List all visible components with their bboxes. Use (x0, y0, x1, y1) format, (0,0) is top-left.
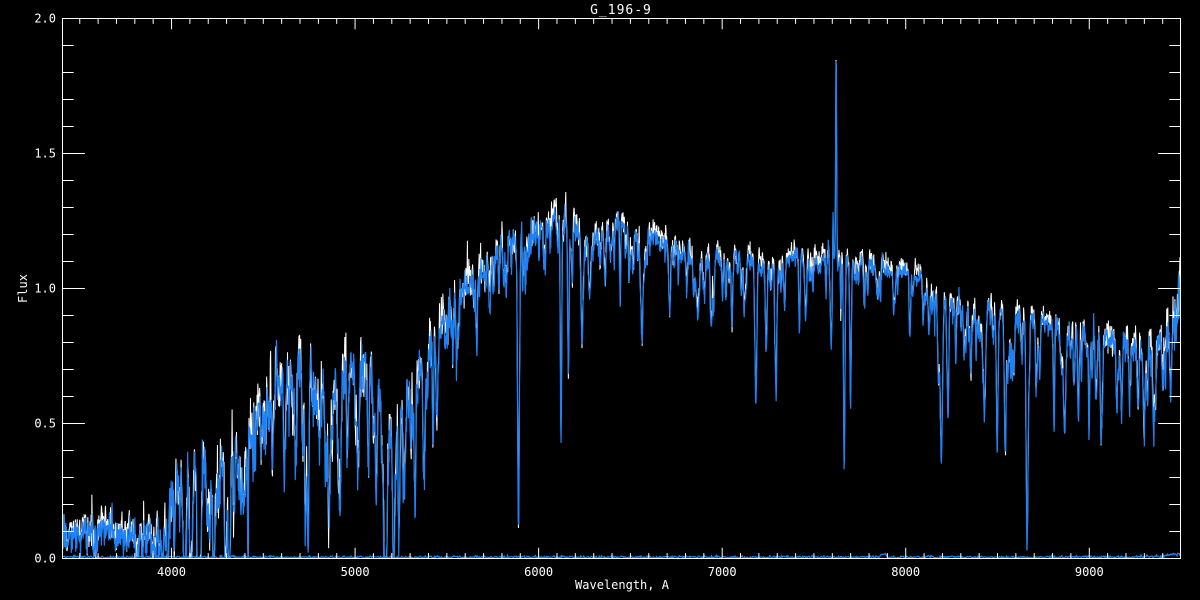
spectrum-chart: 4000 5000 6000 7000 8000 90000.00.51.01.52.0 … (16, 3, 1181, 592)
y-tick-label: 1.0 (34, 282, 56, 296)
x-tick-label: 8000 (891, 565, 920, 579)
chart-title: G_196-9 (590, 3, 652, 18)
y-axis-label: Flux (16, 274, 30, 303)
axes-frame-layer (62, 18, 1181, 559)
x-tick-label: 9000 (1075, 565, 1104, 579)
raw-spectrum-trace (63, 60, 1180, 558)
spectrum-trace (63, 61, 1180, 558)
y-tick-label: 0.0 (34, 552, 56, 566)
y-tick-label: 0.5 (34, 417, 56, 431)
y-tick-label: 2.0 (34, 12, 56, 26)
x-tick-label: 6000 (524, 565, 553, 579)
x-tick-label: 4000 (157, 565, 186, 579)
spectrum-layer (63, 60, 1180, 558)
y-tick-label: 1.5 (34, 147, 56, 161)
plot-window: 4000 5000 6000 7000 8000 9000 0.0 0.5 1.0 1.5 2.0 … (0, 0, 1200, 600)
x-tick-label: 7000 (708, 565, 737, 579)
axes-frame (62, 18, 1181, 559)
x-tick-label: 5000 (341, 565, 370, 579)
x-axis-label: Wavelength, A (575, 578, 670, 592)
